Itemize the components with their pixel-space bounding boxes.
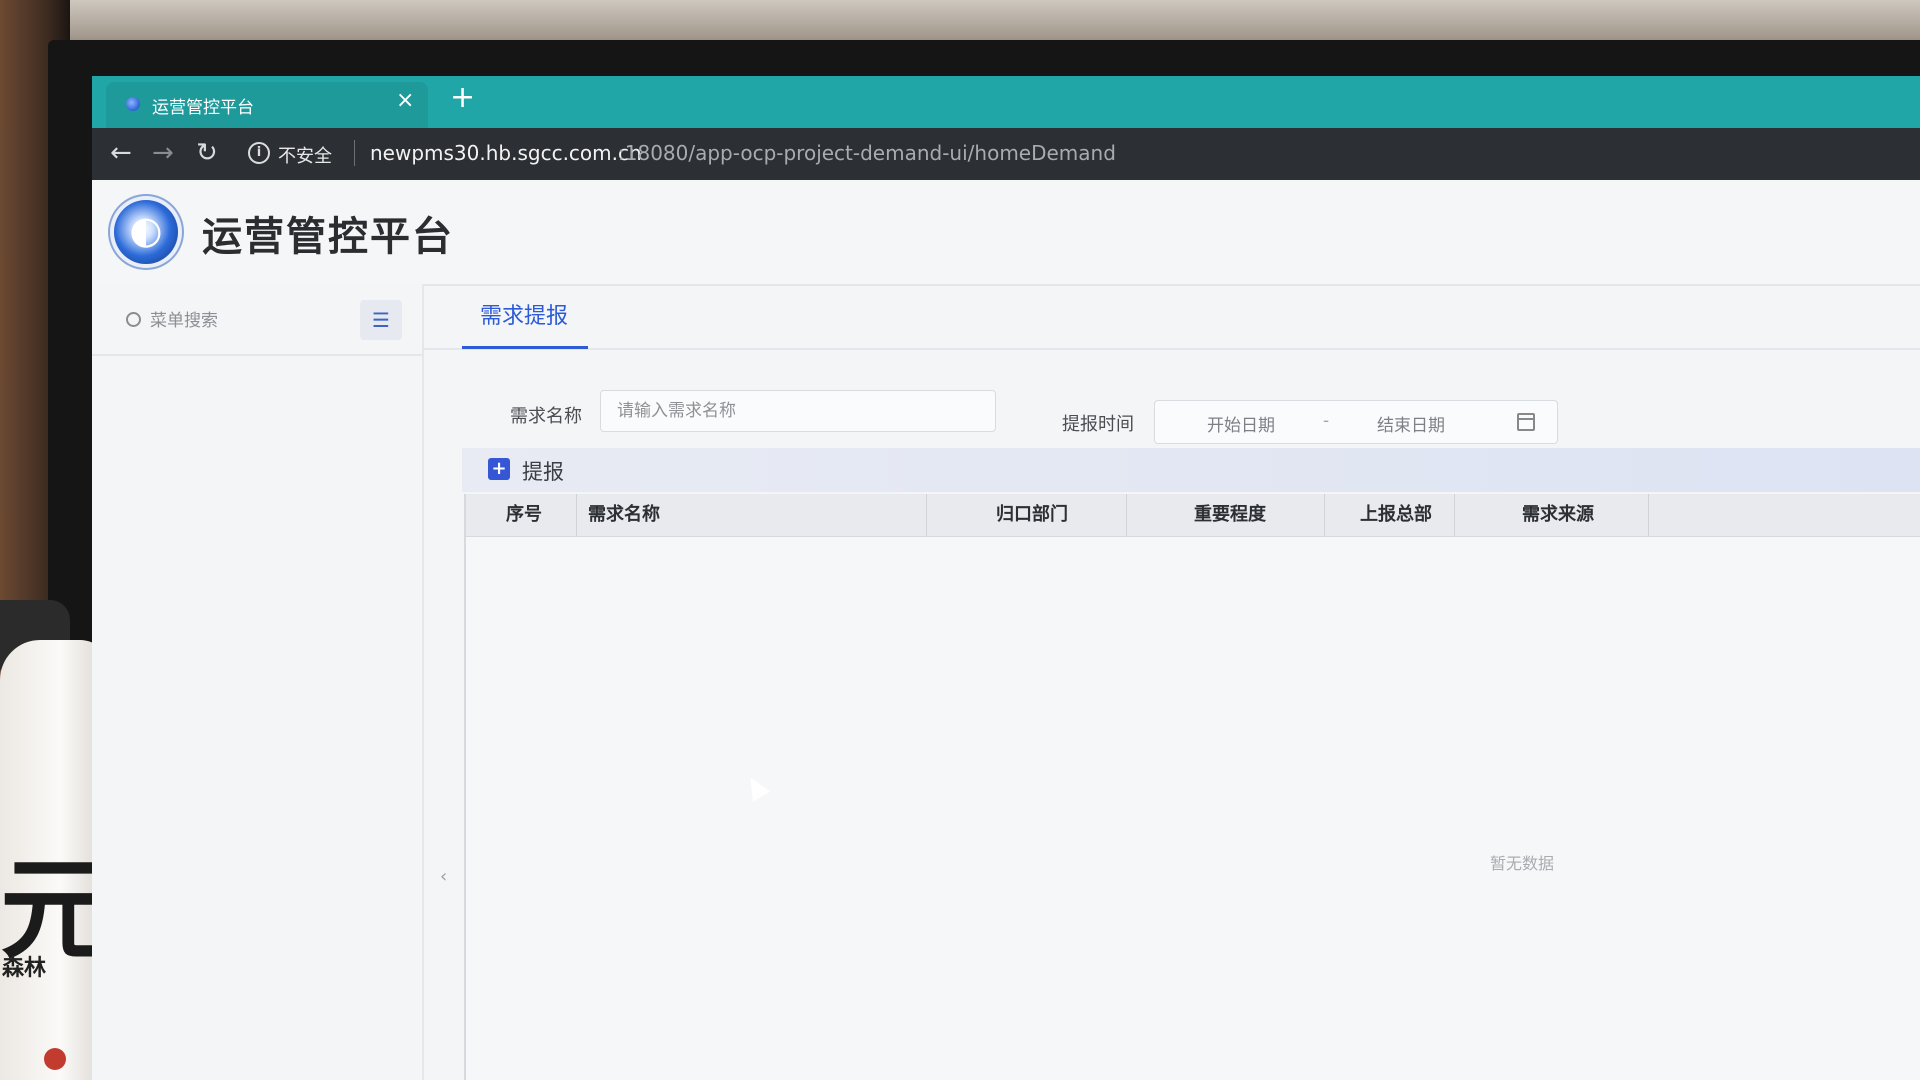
menu-search-input[interactable] xyxy=(148,306,342,336)
demand-name-label: 需求名称 xyxy=(510,406,582,427)
screen: 运营管控平台 × + ← → ↻ i 不安全 newpms30.hb.sgcc.… xyxy=(92,76,1920,1080)
tab-demand-report[interactable]: 需求提报 xyxy=(480,298,568,330)
column-divider xyxy=(1324,494,1325,536)
security-status[interactable]: 不安全 xyxy=(278,142,332,168)
browser-tab-bar: 运营管控平台 × + xyxy=(92,76,1920,128)
end-date-field[interactable]: 结束日期 xyxy=(1377,411,1445,436)
search-icon xyxy=(126,312,141,327)
active-tab-indicator xyxy=(462,346,588,349)
add-icon[interactable]: + xyxy=(488,458,510,480)
info-icon[interactable]: i xyxy=(248,142,270,164)
column-header-source: 需求来源 xyxy=(1522,504,1594,525)
column-divider xyxy=(926,494,927,536)
app-title: 运营管控平台 xyxy=(202,214,454,260)
demand-name-input[interactable] xyxy=(600,390,996,432)
start-date-field[interactable]: 开始日期 xyxy=(1207,411,1275,436)
column-divider xyxy=(1648,494,1649,536)
browser-address-bar: ← → ↻ i 不安全 newpms30.hb.sgcc.com.cn :180… xyxy=(92,128,1920,180)
tabs-baseline xyxy=(422,348,1920,350)
date-range-separator: - xyxy=(1323,411,1330,431)
app-header: ◐ 运营管控平台 xyxy=(92,180,1920,286)
table-toolbar: + 提报 xyxy=(462,448,1920,492)
collapse-sidebar-icon[interactable]: ‹ xyxy=(440,866,447,887)
logo: ◐ xyxy=(114,200,178,264)
menu-toggle-button[interactable]: ☰ xyxy=(360,300,402,340)
date-range-picker[interactable]: 开始日期 - 结束日期 xyxy=(1154,400,1558,444)
bottle-label: 森林 xyxy=(2,956,47,981)
sidebar: ☰ xyxy=(92,284,424,1080)
column-header-index: 序号 xyxy=(506,504,542,525)
new-tab-icon[interactable]: + xyxy=(450,80,475,115)
table-header: 序号 需求名称 归口部门 重要程度 上报总部 需求来源 xyxy=(466,494,1920,537)
demand-table: 序号 需求名称 归口部门 重要程度 上报总部 需求来源 暂无数据 xyxy=(464,494,1920,1080)
bottle-dot xyxy=(44,1048,66,1070)
forward-arrow-icon[interactable]: → xyxy=(152,138,174,168)
report-button[interactable]: 提报 xyxy=(522,456,564,486)
favicon-icon xyxy=(126,97,140,111)
url-path[interactable]: :18080/app-ocp-project-demand-ui/homeDem… xyxy=(618,141,1116,165)
column-header-department: 归口部门 xyxy=(996,504,1068,525)
globe-icon: ◐ xyxy=(129,208,163,252)
column-divider xyxy=(576,494,577,536)
sidebar-divider xyxy=(92,354,422,356)
reload-icon[interactable]: ↻ xyxy=(196,138,218,168)
browser-tab[interactable]: 运营管控平台 × xyxy=(106,82,428,128)
close-tab-icon[interactable]: × xyxy=(396,88,414,113)
column-header-name: 需求名称 xyxy=(588,504,660,525)
calendar-icon[interactable] xyxy=(1517,413,1535,431)
back-arrow-icon[interactable]: ← xyxy=(110,138,132,168)
address-separator xyxy=(354,140,355,166)
column-divider xyxy=(1126,494,1127,536)
report-time-label: 提报时间 xyxy=(1062,414,1134,435)
tab-title: 运营管控平台 xyxy=(152,98,254,118)
column-header-reported: 上报总部 xyxy=(1360,504,1432,525)
url-host[interactable]: newpms30.hb.sgcc.com.cn xyxy=(370,141,642,165)
column-divider xyxy=(1454,494,1455,536)
empty-state-text: 暂无数据 xyxy=(1490,854,1555,873)
column-header-importance: 重要程度 xyxy=(1194,504,1266,525)
